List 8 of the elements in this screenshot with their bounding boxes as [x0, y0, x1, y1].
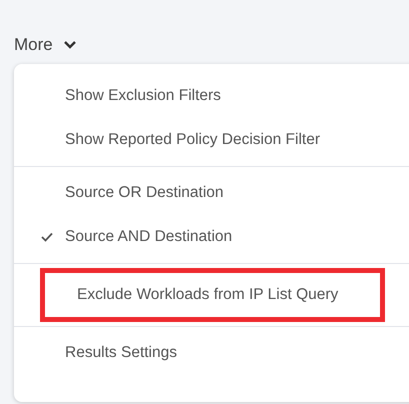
menu-item[interactable]: Show Reported Policy Decision Filter — [14, 118, 374, 162]
menu-item[interactable]: Source OR Destination — [14, 171, 374, 215]
menu-item[interactable]: Exclude Workloads from IP List Query — [40, 268, 385, 322]
more-button[interactable]: More — [14, 35, 77, 55]
menu-item[interactable]: Show Exclusion Filters — [14, 74, 374, 118]
menu-item[interactable]: Results Settings — [14, 331, 374, 375]
checkmark-icon — [41, 232, 53, 242]
menu-item[interactable]: Source AND Destination — [14, 215, 374, 259]
